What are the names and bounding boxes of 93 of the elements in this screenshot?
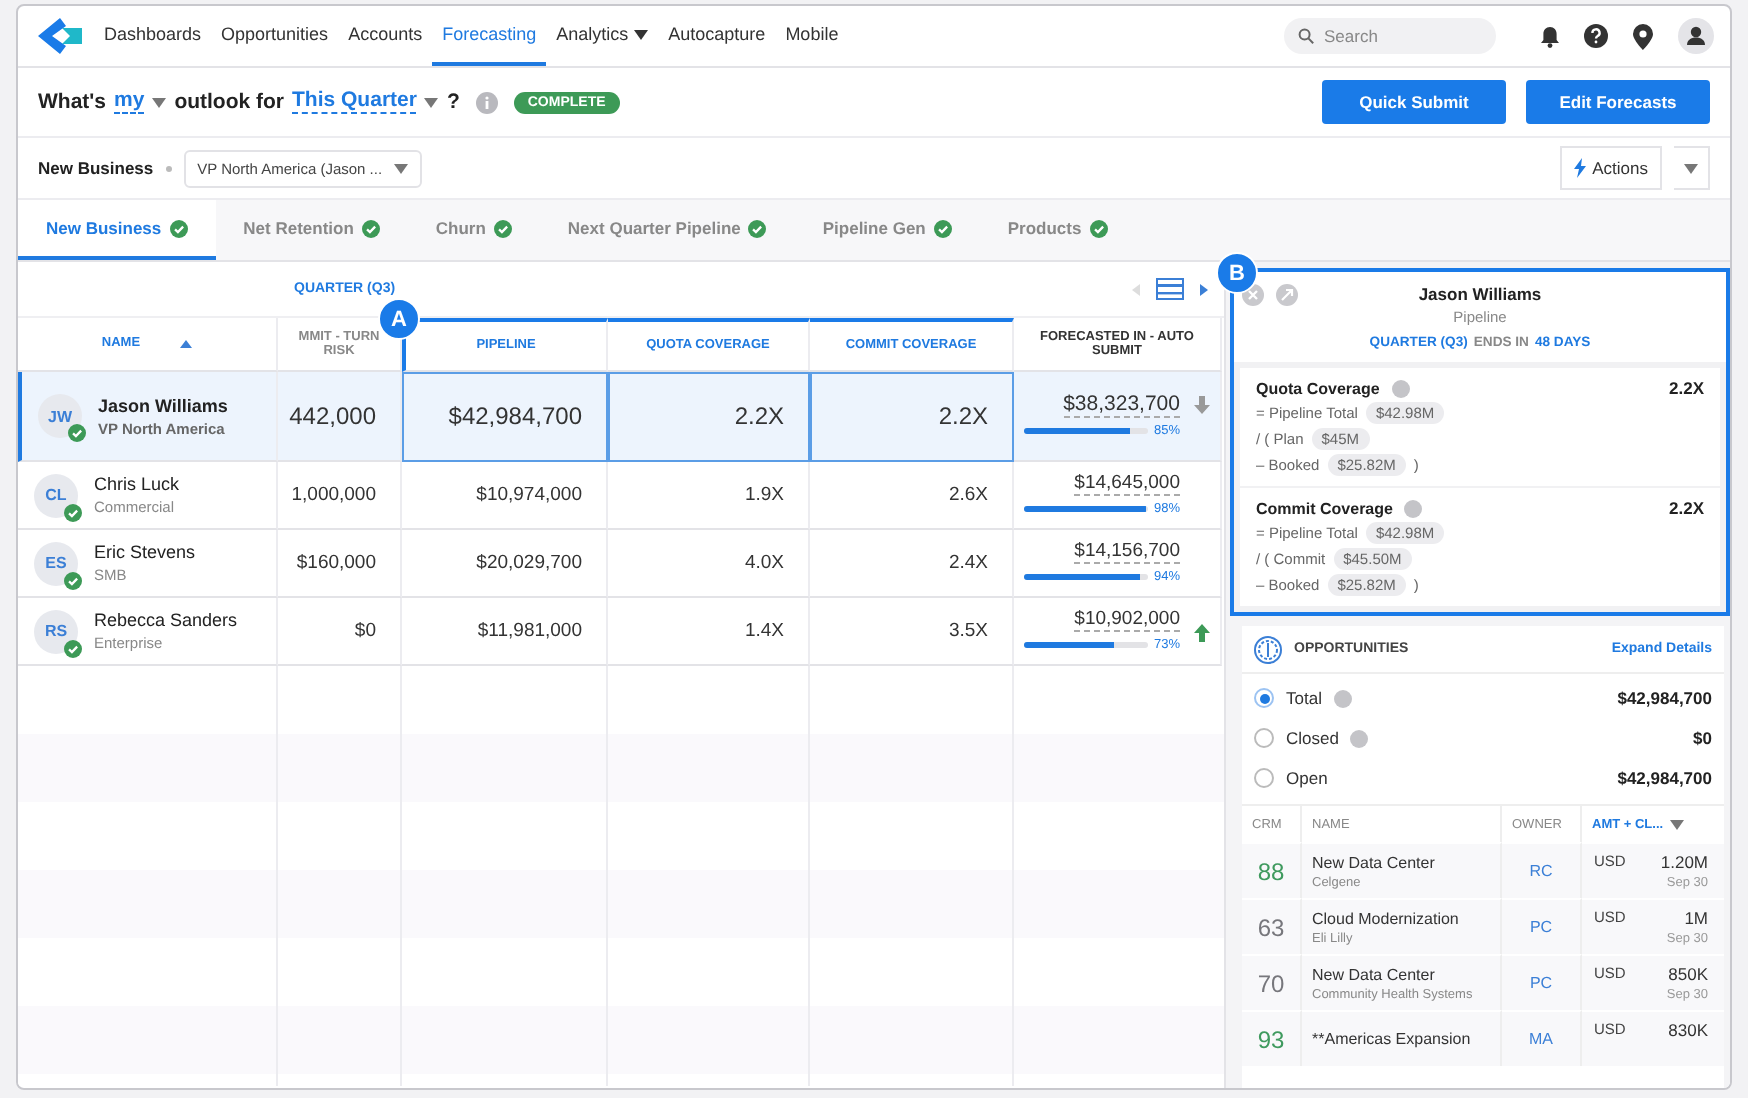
more-dropdown[interactable] [1674, 146, 1710, 190]
tab[interactable]: New Business [18, 200, 216, 260]
table-cell: 2.2X [608, 372, 810, 462]
filter-label: Open [1286, 768, 1328, 788]
amount-label: 1M [1684, 908, 1708, 928]
avatar: JW [38, 394, 82, 438]
callout-badge: A [378, 298, 420, 340]
caret-icon [394, 163, 409, 173]
nav-link[interactable]: Autocapture [658, 6, 776, 66]
table-cell: $10,974,000 [402, 462, 608, 530]
outlook-label: ? [446, 90, 460, 114]
help-icon[interactable] [1584, 24, 1608, 48]
outlook-label: outlook for [174, 90, 285, 114]
bell-icon[interactable] [1540, 25, 1560, 47]
filter-amount: $42,984,700 [1617, 768, 1712, 788]
user-avatar-icon[interactable] [1678, 18, 1714, 54]
coin-icon [1254, 635, 1282, 663]
forecast-amount[interactable]: $14,156,700 [1074, 541, 1180, 565]
forecast-amount[interactable]: $14,645,000 [1074, 473, 1180, 497]
search-field[interactable]: Search [1284, 18, 1496, 54]
sort-ascending-icon [180, 340, 193, 348]
owner-dropdown[interactable]: my [114, 89, 145, 115]
person-name: Rebecca Sanders [94, 610, 238, 630]
score-cell: 63 [1242, 898, 1302, 954]
score-cell: 70 [1242, 954, 1302, 1010]
segment-label: New Business [38, 158, 154, 178]
coverage-value: 2.2X [1669, 498, 1704, 518]
opportunity-name[interactable]: New Data Center [1312, 853, 1435, 871]
actions-button[interactable]: Actions [1560, 146, 1662, 190]
owner-initials: MA [1502, 1010, 1582, 1066]
table-cell: $42,984,700 [402, 372, 608, 462]
quick-submit-button[interactable]: Quick Submit [1322, 80, 1506, 124]
filter-label: Total [1286, 688, 1322, 708]
progress-bar [1023, 428, 1148, 435]
forecast-amount[interactable]: $38,323,700 [1063, 393, 1180, 419]
location-pin-icon[interactable] [1632, 23, 1654, 49]
opportunity-name[interactable]: Cloud Modernization [1312, 909, 1459, 927]
nav-link[interactable]: Opportunities [211, 6, 339, 66]
table-cell: 2.4X [810, 530, 1014, 598]
edit-forecasts-button[interactable]: Edit Forecasts [1526, 80, 1710, 124]
coverage-title: Quota Coverage [1256, 379, 1380, 397]
coverage-value: 2.2X [1669, 378, 1704, 398]
table-cell: 4.0X [608, 530, 810, 598]
amount-label: 830K [1668, 1020, 1708, 1040]
caret-icon [424, 97, 439, 107]
nav-link[interactable]: Mobile [775, 6, 849, 66]
logo-icon[interactable] [34, 16, 86, 56]
radio-button[interactable] [1254, 728, 1274, 748]
table-cell: 1,000,000 [278, 462, 402, 530]
chevron-right-icon[interactable] [1200, 283, 1208, 295]
table-cell: 442,000 [278, 372, 402, 462]
owner-initials: RC [1502, 842, 1582, 898]
coverage-title: Commit Coverage [1256, 499, 1393, 517]
person-name: Jason Williams [98, 395, 228, 415]
table-cell: $160,000 [278, 530, 402, 598]
calendar-icon[interactable] [1156, 278, 1184, 300]
owner-initials: PC [1502, 954, 1582, 1010]
panel-title: Jason Williams [1418, 284, 1542, 304]
filter-amount: $0 [1693, 728, 1712, 748]
amount-label: 1.20M [1660, 852, 1708, 872]
filter-label: Closed [1286, 728, 1339, 748]
person-name: Eric Stevens [94, 542, 196, 562]
nav-link[interactable]: Analytics [546, 6, 659, 66]
progress-bar [1023, 642, 1148, 649]
forecast-amount[interactable]: $10,902,000 [1074, 609, 1180, 633]
filter-amount: $42,984,700 [1617, 688, 1712, 708]
outlook-label: What's [38, 90, 106, 114]
opportunity-name[interactable]: New Data Center [1312, 965, 1435, 983]
period-dropdown[interactable]: This Quarter [292, 89, 417, 115]
caret-icon [152, 97, 167, 107]
lightning-icon [1574, 158, 1587, 178]
info-icon [475, 91, 498, 113]
avatar: CL [34, 473, 78, 517]
nav-link[interactable]: Dashboards [94, 6, 212, 66]
caret-icon [1684, 163, 1698, 173]
table-cell: 1.9X [608, 462, 810, 530]
person-name: Chris Luck [94, 474, 180, 494]
owner-initials: PC [1502, 898, 1582, 954]
score-cell: 88 [1242, 842, 1302, 898]
score-cell: 93 [1242, 1010, 1302, 1066]
table-cell: 2.6X [810, 462, 1014, 530]
avatar: RS [34, 609, 78, 653]
table-cell: $20,029,700 [402, 530, 608, 598]
progress-bar [1023, 574, 1148, 581]
radio-button[interactable] [1254, 688, 1274, 708]
radio-button[interactable] [1254, 768, 1274, 788]
nav-link[interactable]: Accounts [338, 6, 433, 66]
nav-link[interactable]: Forecasting [432, 6, 547, 66]
sort-caret-icon [1669, 819, 1684, 829]
avatar: ES [34, 541, 78, 585]
progress-bar [1023, 506, 1148, 513]
amount-label: 850K [1668, 964, 1708, 984]
table-cell: 2.2X [810, 372, 1014, 462]
